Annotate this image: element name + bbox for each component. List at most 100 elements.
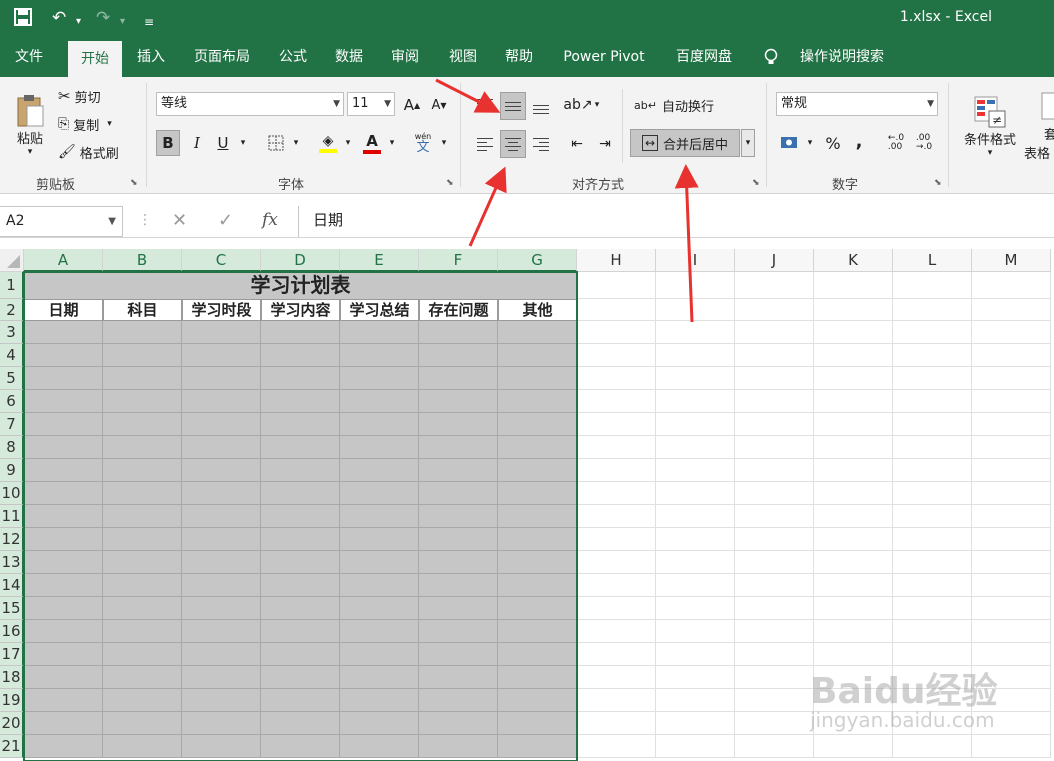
cell-g3[interactable]	[498, 321, 577, 344]
enter-check-icon[interactable]: ✓	[218, 210, 233, 231]
cell-f16[interactable]	[419, 620, 498, 643]
cell-i21[interactable]	[656, 735, 735, 758]
cell-j10[interactable]	[735, 482, 814, 505]
format-painter-button[interactable]: 🖌 格式刷	[58, 141, 119, 163]
row-header-16[interactable]: 16	[0, 620, 24, 643]
cell-e8[interactable]	[340, 436, 419, 459]
cell-c10[interactable]	[182, 482, 261, 505]
name-box[interactable]: A2 ▼	[0, 206, 123, 237]
undo-dropdown-icon[interactable]: ▾	[76, 12, 81, 32]
cell-h10[interactable]	[577, 482, 656, 505]
cell-m15[interactable]	[972, 597, 1051, 620]
cell-a9[interactable]	[24, 459, 103, 482]
tell-me-search[interactable]: 操作说明搜索	[790, 38, 894, 77]
cell-d15[interactable]	[261, 597, 340, 620]
cell-e13[interactable]	[340, 551, 419, 574]
cell-c4[interactable]	[182, 344, 261, 367]
column-header-d[interactable]: D	[261, 249, 340, 272]
row-header-4[interactable]: 4	[0, 344, 24, 367]
cell-h21[interactable]	[577, 735, 656, 758]
cell-g19[interactable]	[498, 689, 577, 712]
cell-h3[interactable]	[577, 321, 656, 344]
font-color-dropdown-icon[interactable]: ▾	[386, 130, 398, 156]
cell-b5[interactable]	[103, 367, 182, 390]
cell-j2[interactable]	[735, 299, 814, 321]
cell-f2[interactable]: 存在问题	[419, 299, 498, 321]
cell-i20[interactable]	[656, 712, 735, 735]
font-launcher-icon[interactable]: ⬊	[446, 178, 454, 188]
column-header-i[interactable]: I	[656, 249, 735, 272]
tab-help[interactable]: 帮助	[496, 38, 542, 77]
cell-k7[interactable]	[814, 413, 893, 436]
paste-button[interactable]: 粘贴 ▾	[8, 85, 52, 165]
cell-j20[interactable]	[735, 712, 814, 735]
cell-d18[interactable]	[261, 666, 340, 689]
cell-c12[interactable]	[182, 528, 261, 551]
cell-h20[interactable]	[577, 712, 656, 735]
cell-c9[interactable]	[182, 459, 261, 482]
row-header-8[interactable]: 8	[0, 436, 24, 459]
cell-i18[interactable]	[656, 666, 735, 689]
cell-i19[interactable]	[656, 689, 735, 712]
cell-b6[interactable]	[103, 390, 182, 413]
row-header-17[interactable]: 17	[0, 643, 24, 666]
cell-m2[interactable]	[972, 299, 1051, 321]
accounting-format-button[interactable]	[778, 131, 802, 155]
cell-i11[interactable]	[656, 505, 735, 528]
column-header-m[interactable]: M	[972, 249, 1051, 272]
cell-k4[interactable]	[814, 344, 893, 367]
cell-d19[interactable]	[261, 689, 340, 712]
column-header-k[interactable]: K	[814, 249, 893, 272]
cell-i16[interactable]	[656, 620, 735, 643]
merge-center-button[interactable]: ↔ 合并后居中	[630, 129, 740, 157]
column-header-j[interactable]: J	[735, 249, 814, 272]
cell-g5[interactable]	[498, 367, 577, 390]
cell-h6[interactable]	[577, 390, 656, 413]
cell-h13[interactable]	[577, 551, 656, 574]
cell-k6[interactable]	[814, 390, 893, 413]
cell-h2[interactable]	[577, 299, 656, 321]
cell-b10[interactable]	[103, 482, 182, 505]
column-header-g[interactable]: G	[498, 249, 577, 272]
cell-a17[interactable]	[24, 643, 103, 666]
undo-icon[interactable]: ↶	[52, 8, 66, 28]
cell-a6[interactable]	[24, 390, 103, 413]
cell-h15[interactable]	[577, 597, 656, 620]
row-header-14[interactable]: 14	[0, 574, 24, 597]
cell-l16[interactable]	[893, 620, 972, 643]
cell-e16[interactable]	[340, 620, 419, 643]
cell-g10[interactable]	[498, 482, 577, 505]
number-format-dropdown[interactable]: 常规 ▼	[776, 92, 938, 116]
cell-c13[interactable]	[182, 551, 261, 574]
cell-f14[interactable]	[419, 574, 498, 597]
cell-a2[interactable]: 日期	[24, 299, 103, 321]
chevron-down-icon[interactable]: ▼	[108, 207, 116, 236]
cell-c21[interactable]	[182, 735, 261, 758]
orientation-dropdown-icon[interactable]: ▾	[592, 93, 602, 117]
cell-j12[interactable]	[735, 528, 814, 551]
cell-a20[interactable]	[24, 712, 103, 735]
row-header-1[interactable]: 1	[0, 272, 24, 299]
cell-c6[interactable]	[182, 390, 261, 413]
cell-b21[interactable]	[103, 735, 182, 758]
cell-g8[interactable]	[498, 436, 577, 459]
cell-l4[interactable]	[893, 344, 972, 367]
cell-k16[interactable]	[814, 620, 893, 643]
copy-button[interactable]: ⎘ 复制 ▾	[58, 113, 112, 135]
cell-g9[interactable]	[498, 459, 577, 482]
cell-e6[interactable]	[340, 390, 419, 413]
cell-e7[interactable]	[340, 413, 419, 436]
cell-f9[interactable]	[419, 459, 498, 482]
cell-k11[interactable]	[814, 505, 893, 528]
cell-j8[interactable]	[735, 436, 814, 459]
cell-c7[interactable]	[182, 413, 261, 436]
cell-h18[interactable]	[577, 666, 656, 689]
cell-l6[interactable]	[893, 390, 972, 413]
column-header-h[interactable]: H	[577, 249, 656, 272]
cell-k2[interactable]	[814, 299, 893, 321]
cell-k12[interactable]	[814, 528, 893, 551]
decrease-font-button[interactable]: A ▼	[428, 94, 450, 116]
cell-e9[interactable]	[340, 459, 419, 482]
cell-j9[interactable]	[735, 459, 814, 482]
cell-g13[interactable]	[498, 551, 577, 574]
